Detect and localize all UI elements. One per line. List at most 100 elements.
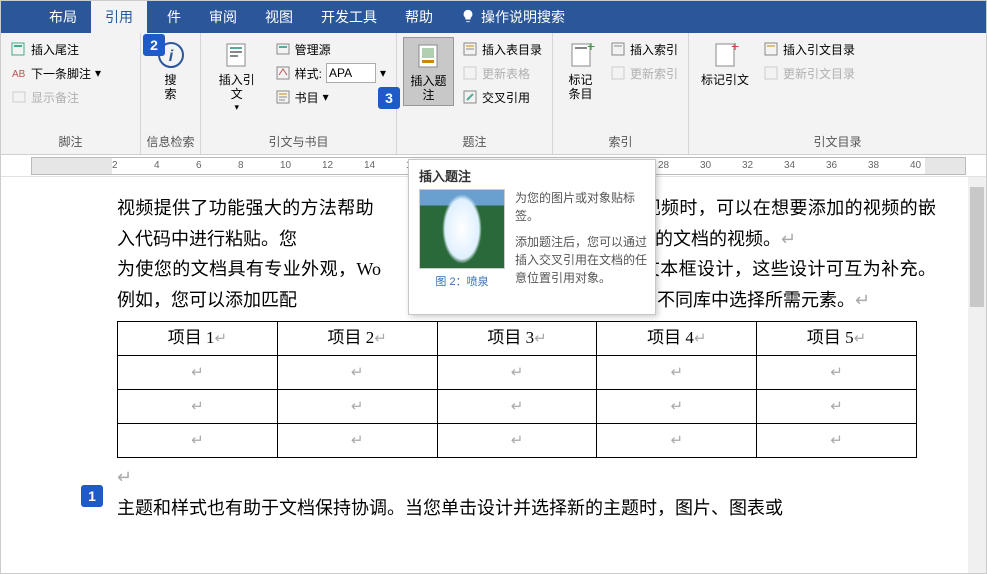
insert-index-label: 插入索引 xyxy=(630,41,678,58)
body-text: 视频提供了功能强大的方法帮助 xyxy=(117,198,374,218)
citation-style-input[interactable] xyxy=(326,63,376,83)
tab-view[interactable]: 视图 xyxy=(251,1,307,33)
table-cell[interactable]: ↵ xyxy=(597,356,757,390)
ruler-tick: 6 xyxy=(196,160,202,171)
style-label: 样式: xyxy=(295,65,322,82)
insert-toa-label: 插入引文目录 xyxy=(783,41,855,58)
mark-entry-label: 标记 条目 xyxy=(568,73,592,102)
ruler-tick: 4 xyxy=(154,160,160,171)
body-text: 主题和样式也有助于文档保持协调。当您单击设计并选择新的主题时，图片、图表或 xyxy=(117,498,783,518)
show-notes-button: 显示备注 xyxy=(7,85,105,109)
tell-me-search[interactable]: 操作说明搜索 xyxy=(481,7,565,27)
table-cell[interactable]: ↵ xyxy=(277,356,437,390)
table-cell[interactable]: ↵ xyxy=(118,390,278,424)
cross-ref-label: 交叉引用 xyxy=(482,89,530,106)
scrollbar-thumb[interactable] xyxy=(970,187,984,307)
insert-caption-label: 插入题注 xyxy=(410,74,447,103)
insert-endnote-button[interactable]: 插入尾注 xyxy=(7,37,105,61)
ruler-tick: 32 xyxy=(742,160,753,171)
table-header-cell[interactable]: 项目 2↵ xyxy=(277,322,437,356)
tab-references[interactable]: 引用 xyxy=(91,1,147,33)
next-footnote-label: 下一条脚注 xyxy=(31,65,91,82)
tab-review[interactable]: 审阅 xyxy=(195,1,251,33)
update-toa-label: 更新引文目录 xyxy=(783,65,855,82)
insert-index-button[interactable]: 插入索引 xyxy=(606,37,682,61)
tab-file-fragment[interactable]: 件 xyxy=(147,1,195,33)
citations-group-label: 引文与书目 xyxy=(203,131,394,154)
document-table[interactable]: 项目 1↵项目 2↵项目 3↵项目 4↵项目 5↵ ↵↵↵↵↵ ↵↵↵↵↵ ↵↵… xyxy=(117,321,917,458)
table-cell[interactable]: ↵ xyxy=(118,356,278,390)
table-cell[interactable]: ↵ xyxy=(757,424,917,458)
vertical-scrollbar[interactable] xyxy=(968,177,986,573)
tab-layout[interactable]: 布局 xyxy=(35,1,91,33)
index-icon xyxy=(610,41,626,57)
ruler-tick: 8 xyxy=(238,160,244,171)
ruler-tick: 40 xyxy=(910,160,921,171)
citation-style-row[interactable]: 样式: ▾ xyxy=(271,61,390,85)
update-icon xyxy=(462,65,478,81)
callout-badge-3: 3 xyxy=(378,87,400,109)
toa-group-label: 引文目录 xyxy=(691,131,984,154)
insert-table-of-figures-button[interactable]: 插入表目录 xyxy=(458,37,546,61)
footnotes-group-label: 脚注 xyxy=(3,131,138,154)
insert-citation-label: 插入引文 xyxy=(213,73,261,102)
insert-toa-button[interactable]: 插入引文目录 xyxy=(759,37,859,61)
table-cell[interactable]: ↵ xyxy=(437,424,597,458)
dropdown-icon: ▾ xyxy=(235,102,240,113)
endnote-icon xyxy=(11,41,27,57)
update-index-icon xyxy=(610,65,626,81)
svg-text:i: i xyxy=(168,48,173,65)
table-cell[interactable]: ↵ xyxy=(118,424,278,458)
tooltip-text-1: 为您的图片或对象贴标签。 xyxy=(515,189,647,225)
dropdown-icon[interactable]: ▾ xyxy=(380,66,386,80)
caption-icon xyxy=(412,40,444,72)
insert-endnote-label: 插入尾注 xyxy=(31,41,79,58)
citation-icon xyxy=(221,39,253,71)
smart-lookup-label: 搜 索 xyxy=(164,73,176,102)
tab-developer[interactable]: 开发工具 xyxy=(307,1,391,33)
mark-citation-label: 标记引文 xyxy=(701,73,749,87)
svg-text:AB: AB xyxy=(12,69,26,80)
tooltip-title: 插入题注 xyxy=(409,160,655,189)
sources-icon xyxy=(275,41,291,57)
index-group-label: 索引 xyxy=(555,131,686,154)
tab-help[interactable]: 帮助 xyxy=(391,1,447,33)
ruler-tick: 30 xyxy=(700,160,711,171)
paragraph-mark-icon: ↵ xyxy=(855,290,870,310)
update-table-label: 更新表格 xyxy=(482,65,530,82)
insert-citation-button[interactable]: 插入引文 ▾ xyxy=(207,37,267,115)
insert-caption-button[interactable]: 插入题注 xyxy=(403,37,454,106)
table-cell[interactable]: ↵ xyxy=(597,424,757,458)
manage-sources-label: 管理源 xyxy=(295,41,331,58)
table-cell[interactable]: ↵ xyxy=(757,390,917,424)
update-index-label: 更新索引 xyxy=(630,65,678,82)
style-icon xyxy=(275,65,291,81)
update-index-button: 更新索引 xyxy=(606,61,682,85)
table-header-cell[interactable]: 项目 5↵ xyxy=(757,322,917,356)
table-cell[interactable]: ↵ xyxy=(437,390,597,424)
cross-reference-button[interactable]: 交叉引用 xyxy=(458,85,546,109)
bibliography-button[interactable]: 书目 ▾ xyxy=(271,85,390,109)
next-footnote-button[interactable]: AB 下一条脚注 ▾ xyxy=(7,61,105,85)
table-header-cell[interactable]: 项目 4↵ xyxy=(597,322,757,356)
table-cell[interactable]: ↵ xyxy=(437,356,597,390)
mark-entry-icon: + xyxy=(565,39,597,71)
dropdown-icon: ▾ xyxy=(95,66,101,80)
bibliography-label: 书目 xyxy=(295,89,319,106)
mark-citation-button[interactable]: + 标记引文 xyxy=(695,37,755,89)
table-cell[interactable]: ↵ xyxy=(757,356,917,390)
table-cell[interactable]: ↵ xyxy=(277,424,437,458)
update-table-button: 更新表格 xyxy=(458,61,546,85)
table-header-cell[interactable]: 项目 3↵ xyxy=(437,322,597,356)
table-cell[interactable]: ↵ xyxy=(277,390,437,424)
table-cell[interactable]: ↵ xyxy=(597,390,757,424)
crossref-icon xyxy=(462,89,478,105)
callout-badge-2: 2 xyxy=(143,34,165,56)
table-header-cell[interactable]: 项目 1↵ xyxy=(118,322,278,356)
callout-badge-1: 1 xyxy=(81,485,103,507)
tooltip-caption: 图 2：喷泉 xyxy=(419,273,505,289)
mark-entry-button[interactable]: + 标记 条目 xyxy=(559,37,602,104)
tooltip-sample-image xyxy=(419,189,505,269)
svg-text:+: + xyxy=(587,41,595,54)
manage-sources-button[interactable]: 管理源 xyxy=(271,37,390,61)
